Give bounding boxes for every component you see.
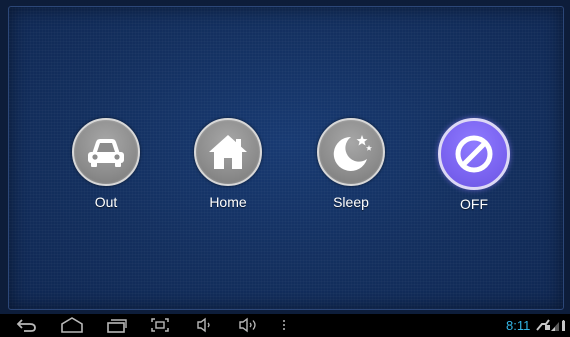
mode-home-label: Home — [209, 194, 247, 210]
status-icons — [536, 318, 566, 332]
mode-off-circle[interactable] — [438, 118, 510, 190]
status-clock: 8:11 — [506, 318, 531, 333]
usb-debug-icon — [536, 319, 550, 331]
mode-sleep-label: Sleep — [333, 194, 369, 210]
back-icon[interactable] — [16, 316, 38, 334]
battery-icon — [562, 320, 565, 331]
signal-icon — [551, 322, 559, 331]
house-icon — [209, 135, 247, 169]
mode-out-label: Out — [94, 194, 118, 210]
volume-down-icon[interactable] — [196, 316, 214, 334]
screenshot-icon[interactable] — [150, 316, 170, 334]
volume-up-icon[interactable] — [238, 316, 260, 334]
system-navigation-bar: 8:11 — [0, 314, 570, 337]
mode-out-button[interactable]: Out — [61, 118, 151, 218]
mode-sleep-button[interactable]: Sleep — [306, 118, 396, 218]
mode-home-circle[interactable] — [194, 118, 262, 186]
car-icon — [88, 139, 124, 167]
mode-off-label: OFF — [460, 196, 488, 212]
menu-dots-icon[interactable] — [280, 316, 288, 334]
prohibited-icon — [455, 135, 493, 173]
mode-sleep-circle[interactable] — [317, 118, 385, 186]
screen: Out Home Sleep OFF 8:11 — [0, 0, 570, 337]
mode-off-button[interactable]: OFF — [429, 118, 519, 218]
moon-stars-icon — [333, 135, 372, 171]
mode-home-button[interactable]: Home — [183, 118, 273, 218]
recent-apps-icon[interactable] — [106, 316, 128, 334]
home-icon[interactable] — [60, 316, 84, 334]
mode-out-circle[interactable] — [72, 118, 140, 186]
